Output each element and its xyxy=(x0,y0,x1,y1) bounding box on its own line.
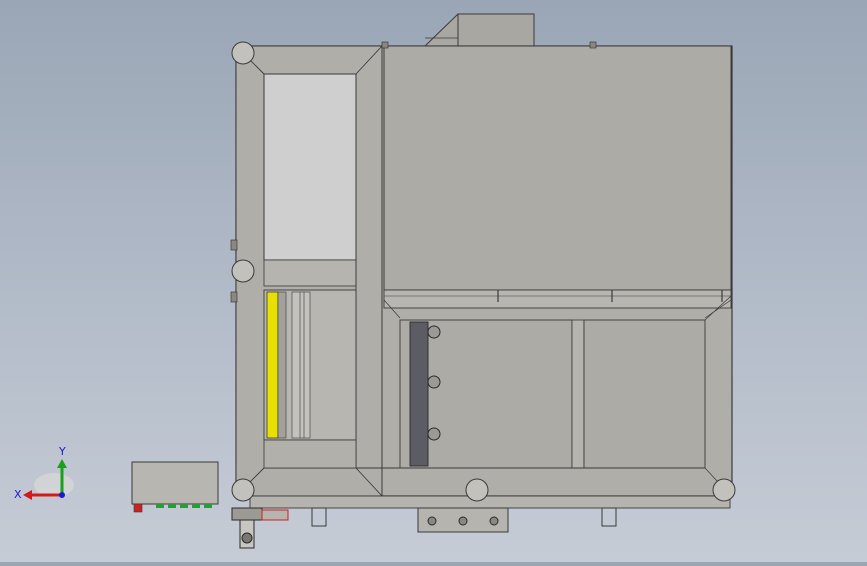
cad-viewport[interactable]: Y X xyxy=(0,0,867,562)
cad-model-drawing[interactable] xyxy=(0,0,867,562)
top-duct xyxy=(423,13,535,47)
triad-x-label: X xyxy=(14,488,22,501)
caster-wheel xyxy=(231,507,289,549)
triad-y-label: Y xyxy=(58,445,66,458)
lower-left-compartment xyxy=(263,289,357,469)
coordinate-triad: Y X xyxy=(14,445,74,501)
control-box xyxy=(131,461,219,513)
base-rail xyxy=(249,495,731,533)
upper-right-panel xyxy=(383,45,732,291)
